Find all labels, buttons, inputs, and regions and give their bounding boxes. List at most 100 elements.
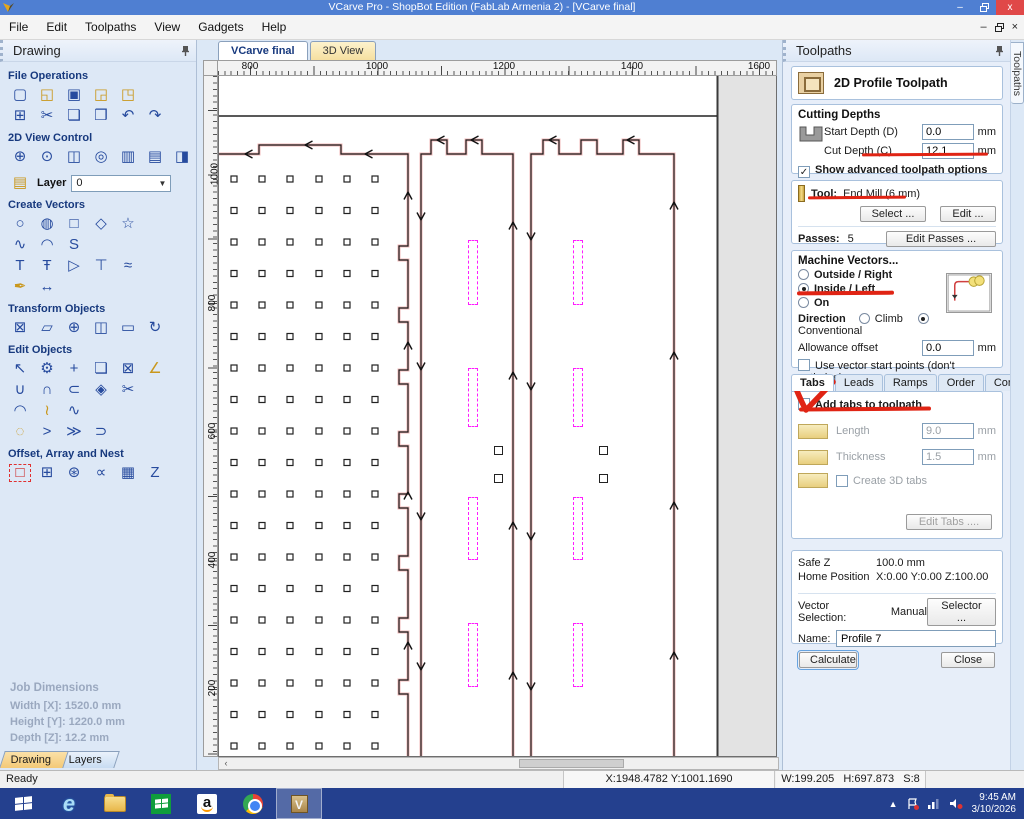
node-edit-tool-icon[interactable]: ⚙ (35, 359, 59, 379)
distort-objects-icon[interactable]: ▭ (116, 318, 140, 338)
scrollbar-thumb[interactable] (519, 759, 624, 768)
square-hole-vector[interactable] (494, 474, 503, 483)
job-setup-icon[interactable]: ⊞ (8, 106, 32, 126)
toolpath-name-input[interactable] (836, 630, 996, 647)
internet-explorer-button[interactable]: e (46, 788, 92, 819)
on-radio[interactable] (798, 297, 809, 308)
taskbar-clock[interactable]: 9:45 AM 3/10/2026 (972, 792, 1017, 816)
trace-bitmap-icon[interactable]: ✒ (8, 277, 32, 297)
new-file-icon[interactable]: ▢ (8, 85, 32, 105)
square-hole-vector[interactable] (599, 446, 608, 455)
selected-slot-vector[interactable] (573, 497, 583, 560)
close-vector-icon[interactable]: ◌ (8, 422, 32, 442)
offset-vectors-icon[interactable]: □ (8, 463, 32, 483)
subtract-vectors-icon[interactable]: ∩ (35, 380, 59, 400)
selected-slot-vector[interactable] (573, 623, 583, 687)
tab-order[interactable]: Order (937, 374, 984, 391)
zoom-extents-icon[interactable]: ▥ (116, 147, 140, 167)
redo-icon[interactable]: ↷ (143, 106, 167, 126)
selected-slot-vector[interactable] (468, 368, 478, 427)
edit-passes-button[interactable]: Edit Passes ... (886, 231, 996, 247)
ungroup-vectors-icon[interactable]: ⊠ (116, 359, 140, 379)
draw-rectangle-icon[interactable]: □ (62, 214, 86, 234)
doc-tab-vcarve-final[interactable]: VCarve final (218, 41, 308, 60)
fit-lines-icon[interactable]: ∿ (62, 401, 86, 421)
vcarve-taskbar-button[interactable]: V (276, 788, 322, 819)
menu-toolpaths[interactable]: Toolpaths (76, 16, 145, 38)
select-tool-icon[interactable]: ↖ (8, 359, 32, 379)
join-vectors-icon[interactable]: ◈ (89, 380, 113, 400)
square-hole-vector[interactable] (599, 474, 608, 483)
trim-vectors-icon[interactable]: ⊂ (62, 380, 86, 400)
selected-slot-vector[interactable] (468, 623, 478, 687)
save-file-icon[interactable]: ▣ (62, 85, 86, 105)
zoom-fit-icon[interactable]: ▤ (143, 147, 167, 167)
move-objects-icon[interactable]: ⊠ (8, 318, 32, 338)
gadgets-icon[interactable]: Z (143, 463, 167, 483)
selected-slot-vector[interactable] (573, 368, 583, 427)
fit-beziers-icon[interactable]: ≀ (35, 401, 59, 421)
network-icon[interactable] (927, 798, 941, 809)
drawing-tab[interactable]: Drawing (0, 751, 70, 768)
start-points-checkbox[interactable] (798, 359, 810, 371)
draw-polyline-icon[interactable]: ∿ (8, 235, 32, 255)
set-size-icon[interactable]: ▱ (35, 318, 59, 338)
measure-tool-icon[interactable]: ∠ (143, 359, 167, 379)
join-with-line-icon[interactable]: ≫ (62, 422, 86, 442)
join-open-vectors-icon[interactable]: > (35, 422, 59, 442)
selector-button[interactable]: Selector ... (926, 598, 996, 626)
volume-muted-icon[interactable] (949, 798, 963, 809)
draw-arc-icon[interactable]: ◠ (35, 235, 59, 255)
create-3d-tabs-checkbox[interactable] (836, 474, 848, 487)
square-hole-vector[interactable] (494, 446, 503, 455)
tool-select-button[interactable]: Select ... (860, 206, 926, 222)
undo-icon[interactable]: ↶ (116, 106, 140, 126)
tab-leads[interactable]: Leads (834, 374, 883, 391)
draw-polygon-icon[interactable]: ◇ (89, 214, 113, 234)
align-objects-icon[interactable]: ⊕ (62, 318, 86, 338)
selected-slot-vector[interactable] (468, 497, 478, 560)
mdi-restore-button[interactable] (994, 22, 1004, 32)
switch-3d-view-icon[interactable]: ◨ (170, 147, 194, 167)
transform-tool-icon[interactable]: + (62, 359, 86, 379)
zoom-interactive-icon[interactable]: ⊙ (35, 147, 59, 167)
zoom-box-icon[interactable]: ◫ (62, 147, 86, 167)
draw-star-icon[interactable]: ☆ (116, 214, 140, 234)
mdi-minimize-button[interactable]: – (980, 21, 986, 33)
text-block-icon[interactable]: ⊤ (89, 256, 113, 276)
copy-icon[interactable]: ❏ (62, 106, 86, 126)
tab-thickness-input[interactable] (922, 449, 974, 465)
menu-file[interactable]: File (0, 16, 37, 38)
pan-icon[interactable]: ⊕ (8, 147, 32, 167)
draw-ellipse-icon[interactable]: ◍ (35, 214, 59, 234)
text-select-icon[interactable]: ▷ (62, 256, 86, 276)
allowance-offset-input[interactable] (922, 340, 974, 356)
drawing-viewport[interactable] (218, 76, 777, 757)
horizontal-scrollbar[interactable]: ‹ (218, 757, 779, 770)
group-vectors-icon[interactable]: ❏ (89, 359, 113, 379)
cut-depth-input[interactable] (922, 143, 974, 159)
start-button[interactable] (0, 788, 46, 819)
pin-icon[interactable] (995, 45, 1004, 57)
amazon-button[interactable]: a (184, 788, 230, 819)
tab-tabs[interactable]: Tabs (791, 374, 834, 391)
import-vectors-icon[interactable]: ◲ (89, 85, 113, 105)
menu-gadgets[interactable]: Gadgets (189, 16, 252, 38)
edit-tabs-button[interactable]: Edit Tabs .... (906, 514, 992, 530)
toolpaths-side-tab[interactable]: Toolpaths (1011, 42, 1024, 104)
close-window-button[interactable]: x (996, 0, 1024, 15)
tray-expand-icon[interactable]: ▲ (889, 799, 898, 809)
file-explorer-button[interactable] (92, 788, 138, 819)
draw-text-box-icon[interactable]: Ŧ (35, 256, 59, 276)
join-with-curve-icon[interactable]: ⊃ (89, 422, 113, 442)
start-depth-input[interactable] (922, 124, 974, 140)
nesting-icon[interactable]: ▦ (116, 463, 140, 483)
zoom-selected-icon[interactable]: ◎ (89, 147, 113, 167)
rotate-objects-icon[interactable]: ↻ (143, 318, 167, 338)
tool-edit-button[interactable]: Edit ... (940, 206, 996, 222)
mirror-objects-icon[interactable]: ◫ (89, 318, 113, 338)
action-center-flag-icon[interactable] (907, 797, 919, 810)
array-copy-icon[interactable]: ⊞ (35, 463, 59, 483)
export-vectors-icon[interactable]: ◳ (116, 85, 140, 105)
climb-radio[interactable] (858, 313, 870, 324)
